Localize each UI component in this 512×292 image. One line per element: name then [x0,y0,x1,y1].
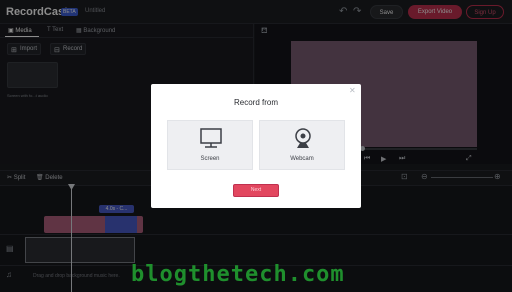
webcam-option[interactable] [259,120,345,170]
monitor-icon [200,128,222,148]
screen-option-label: Screen [200,156,220,162]
webcam-option-label: Webcam [290,156,314,162]
close-icon[interactable]: ✕ [349,86,356,95]
webcam-icon [295,128,311,148]
next-button[interactable]: Next [233,184,279,197]
modal-title: Record from [233,98,278,107]
watermark: blogthetech.com [131,262,345,287]
screen-option[interactable] [167,120,253,170]
